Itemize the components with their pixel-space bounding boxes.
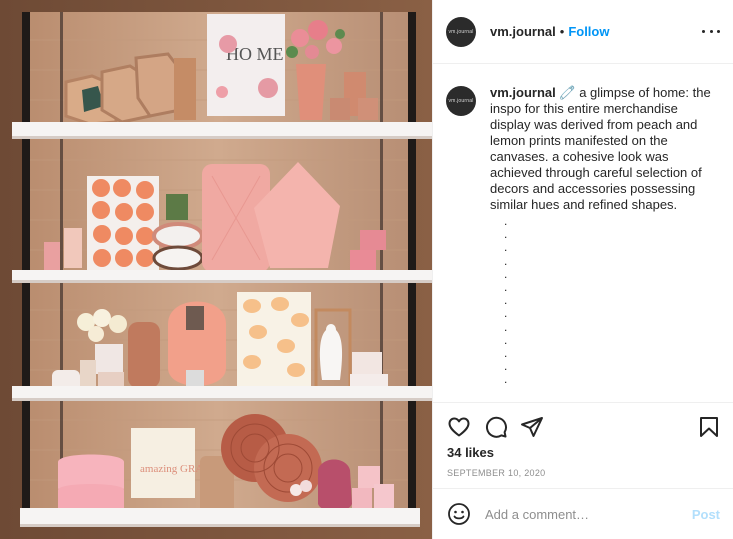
action-icons: [447, 403, 720, 445]
paper-plane-icon[interactable]: [520, 415, 544, 439]
caption-dot: .: [504, 359, 508, 374]
caption-dot: .: [504, 227, 508, 242]
caption-dots: . . . . . . . . . . . . .: [504, 214, 721, 387]
caption-emoji: 🧷: [559, 85, 576, 100]
comment-bubble-icon[interactable]: [484, 415, 508, 439]
caption-dot: .: [504, 332, 508, 347]
post-photo[interactable]: HO ME amazing GRACE: [0, 0, 432, 539]
post-date: SEPTEMBER 10, 2020: [447, 468, 546, 478]
follow-button[interactable]: Follow: [568, 24, 609, 39]
avatar-text: vm.journal: [448, 28, 474, 35]
bookmark-icon[interactable]: [697, 415, 721, 439]
username-link[interactable]: vm.journal: [490, 24, 556, 39]
caption-row: vm.journal vm.journal 🧷 a glimpse of hom…: [446, 85, 721, 213]
caption-dot: .: [504, 306, 508, 321]
caption-avatar-text: vm.journal: [448, 98, 474, 104]
avatar[interactable]: vm.journal: [446, 16, 476, 47]
post-actions: 34 likes SEPTEMBER 10, 2020: [433, 402, 733, 488]
caption-dot: .: [504, 266, 508, 281]
caption-dot: .: [504, 293, 508, 308]
comments-area: vm.journal vm.journal 🧷 a glimpse of hom…: [433, 65, 733, 402]
caption-dot: .: [504, 319, 508, 334]
smiley-icon[interactable]: [447, 502, 471, 526]
caption-text: a glimpse of home: the inspo for this en…: [490, 85, 711, 212]
caption-avatar[interactable]: vm.journal: [446, 86, 476, 116]
more-options-icon[interactable]: [702, 22, 720, 40]
caption-dot: .: [504, 214, 508, 228]
comment-input[interactable]: Add a comment…: [485, 507, 692, 522]
caption: vm.journal 🧷 a glimpse of home: the insp…: [490, 85, 720, 213]
post-header: vm.journal vm.journal • Follow: [433, 0, 733, 64]
caption-dot: .: [504, 372, 508, 387]
add-comment-bar: Add a comment… Post: [433, 488, 733, 539]
post-comment-button[interactable]: Post: [692, 507, 720, 522]
separator-dot: •: [559, 24, 565, 39]
caption-username-link[interactable]: vm.journal: [490, 85, 556, 100]
caption-dot: .: [504, 253, 508, 268]
caption-dot: .: [504, 346, 508, 361]
post-side-panel: vm.journal vm.journal • Follow vm.journa…: [432, 0, 733, 539]
caption-dot: .: [504, 240, 508, 255]
shelf-display-image: HO ME amazing GRACE: [0, 0, 432, 539]
heart-icon[interactable]: [447, 415, 471, 439]
likes-count[interactable]: 34 likes: [447, 445, 720, 460]
caption-dot: .: [504, 280, 508, 295]
